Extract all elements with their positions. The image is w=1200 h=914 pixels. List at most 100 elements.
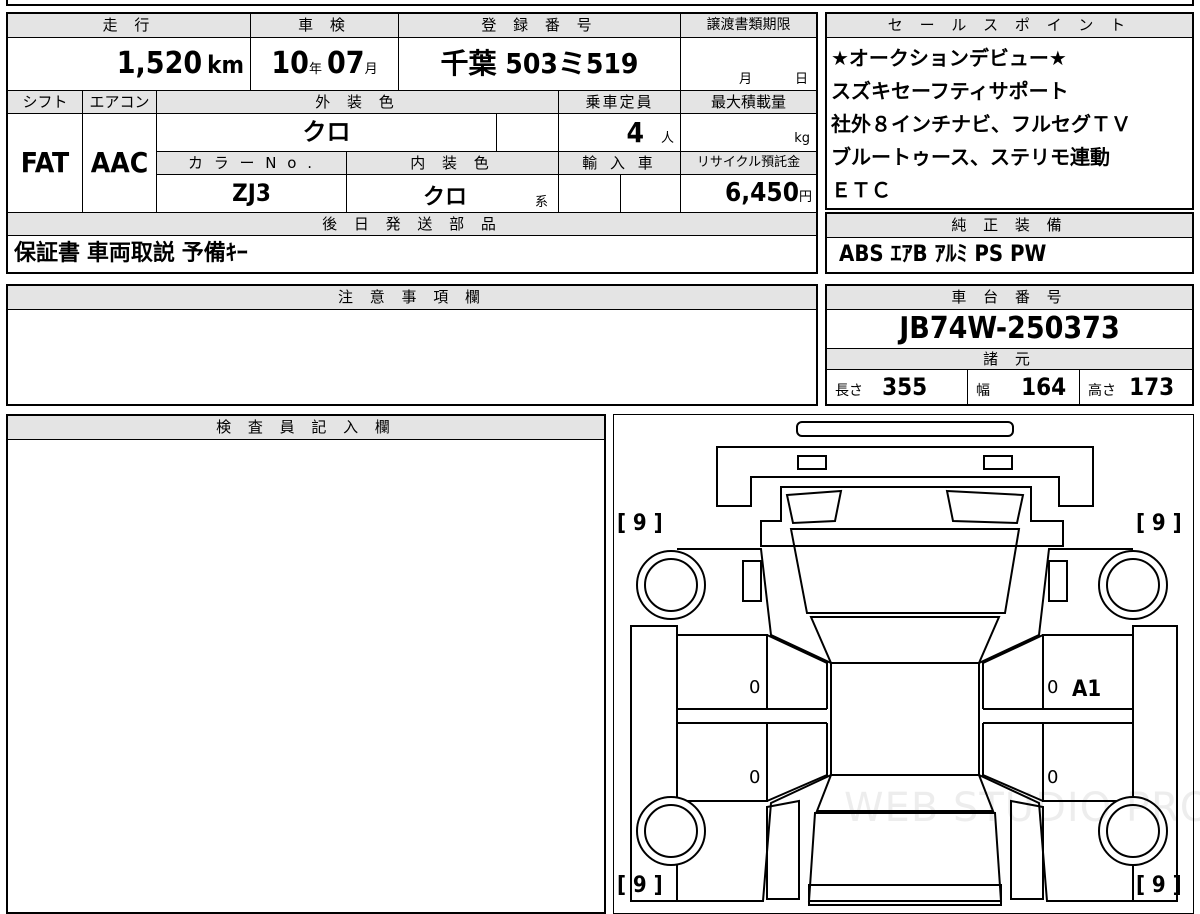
headlight-left	[785, 489, 843, 525]
recycle-fee-header: リサイクル預託金	[680, 151, 816, 175]
spec-length-cell: 長さ 355	[827, 370, 967, 404]
spec-width-label: 幅	[976, 383, 990, 399]
spec-height-cell: 高さ 173	[1079, 370, 1192, 404]
capacity-value: 4	[626, 116, 644, 149]
interior-color-cell: クロ 系	[346, 175, 558, 212]
transfer-month-unit: 月	[739, 72, 753, 87]
watermark: WEB STUDIO PRO	[844, 785, 1200, 831]
recycle-fee-cell: 6,450円	[680, 175, 816, 212]
tire-tread-rear-left: [ 9 ]	[617, 873, 663, 898]
door-left-rear-outline	[676, 722, 768, 802]
max-load-cell: kg	[680, 114, 816, 151]
front-grille-right	[983, 455, 1013, 470]
spec-header: 諸 元	[827, 348, 1192, 370]
transfer-deadline-header: 譲渡書類期限	[680, 14, 816, 38]
door-left-rear-mark: 0	[749, 767, 761, 788]
later-parts-header: 後 日 発 送 部 品	[8, 212, 816, 236]
inspection-header: 車 検	[250, 14, 398, 38]
import-cell-a	[558, 175, 620, 212]
mileage-value: 1,520	[116, 46, 203, 81]
inspector-header: 検 査 員 記 入 欄	[8, 416, 604, 440]
interior-color-header: 内 装 色	[346, 151, 558, 175]
tire-tread-front-left: [ 9 ]	[617, 511, 663, 536]
left-quarter-panel	[766, 799, 800, 900]
top-edge-row	[6, 0, 1194, 6]
wheel-front-right	[1098, 550, 1168, 620]
left-mirror	[742, 560, 762, 602]
aircon-value: AAC	[82, 114, 156, 212]
chassis-number-header: 車 台 番 号	[827, 286, 1192, 310]
capacity-unit: 人	[660, 131, 674, 146]
inspection-value-cell: 10年 07月	[250, 38, 398, 90]
transfer-deadline-cell: 月 日	[680, 38, 816, 90]
bonnet-outline	[789, 528, 1021, 614]
notes-box: 注 意 事 項 欄	[6, 284, 818, 406]
recycle-fee-value: 6,450	[724, 178, 799, 208]
max-load-unit: kg	[794, 131, 810, 146]
damage-code: A1	[1072, 677, 1102, 702]
capacity-header: 乗車定員	[558, 90, 680, 114]
vehicle-diagram-box: [ 9 ] [ 9 ] [ 9 ] [ 9 ] 0 0 0 0 A1 WEB S…	[613, 414, 1200, 914]
color-no-header: カ ラ ー N o .	[156, 151, 346, 175]
shift-value: FAT	[20, 146, 70, 179]
equipment-header: 純 正 装 備	[827, 214, 1192, 238]
inspection-year-unit: 年	[308, 62, 322, 77]
color-no-value: ZJ3	[156, 175, 346, 212]
roof-bar-outline	[796, 421, 1014, 437]
right-sill-outline	[983, 708, 1133, 724]
mileage-unit: km	[207, 51, 244, 79]
equipment-value: ABS ｴｱB ｱﾙﾐ PS PW	[839, 242, 1047, 267]
wheel-rear-left	[636, 796, 706, 866]
wheel-front-left	[636, 550, 706, 620]
left-sill-outline	[677, 708, 827, 724]
inspection-month-unit: 月	[364, 62, 378, 77]
registration-value: 千葉 503ミ519	[398, 38, 680, 90]
roof-outline	[830, 662, 980, 776]
chassis-box: 車 台 番 号 JB74W-250373 諸 元 長さ 355 幅 164 高さ…	[825, 284, 1194, 406]
interior-color-value: クロ	[423, 185, 468, 210]
door-left-front-mark: 0	[749, 677, 761, 698]
aircon-header: エアコン	[82, 90, 156, 114]
door-right-front-mark: 0	[1047, 677, 1059, 698]
front-grille-left	[797, 455, 827, 470]
max-load-header: 最大積載量	[680, 90, 816, 114]
exterior-color-value: クロ	[156, 114, 496, 151]
import-cell-b	[620, 175, 680, 212]
sales-point-line-4: ブルートゥース、ステリモ連動	[831, 145, 1110, 169]
sales-point-line-2: スズキセーフティサポート	[831, 79, 1069, 103]
spec-height-value: 173	[1129, 373, 1175, 401]
spec-length-label: 長さ	[835, 383, 863, 399]
recycle-fee-unit: 円	[798, 190, 812, 205]
chassis-number-value: JB74W-250373	[899, 311, 1120, 346]
spec-height-label: 高さ	[1088, 383, 1116, 399]
later-parts-value: 保証書 車両取説 予備ｷｰ	[14, 241, 248, 266]
inspector-box: 検 査 員 記 入 欄	[6, 414, 606, 914]
tire-tread-front-right: [ 9 ]	[1136, 511, 1182, 536]
sales-point-line-3: 社外８インチナビ、フルセグＴＶ	[831, 112, 1131, 136]
import-header: 輸 入 車	[558, 151, 680, 175]
left-door-frame-rear	[766, 723, 828, 802]
registration-header: 登 録 番 号	[398, 14, 680, 38]
sales-point-header: セ ー ル ス ポ イ ン ト	[827, 14, 1192, 38]
shift-header: シフト	[8, 90, 82, 114]
inspection-year: 10	[271, 46, 309, 81]
mileage-header: 走 行	[8, 14, 250, 38]
sales-point-line-1: ★オークションデビュー★	[831, 46, 1067, 70]
tire-tread-rear-right: [ 9 ]	[1136, 873, 1182, 898]
exterior-color-header: 外 装 色	[156, 90, 558, 114]
windshield-outline	[809, 616, 1001, 664]
capacity-value-cell: 4 人	[558, 114, 680, 151]
sales-point-line-5: ＥＴＣ	[831, 178, 891, 202]
vehicle-diagram	[630, 421, 1178, 906]
exterior-color-extra	[496, 114, 558, 151]
spec-length-value: 355	[882, 373, 928, 401]
spec-width-cell: 幅 164	[967, 370, 1079, 404]
spec-width-value: 164	[1021, 373, 1067, 401]
transfer-day-unit: 日	[795, 72, 809, 87]
inspection-month: 07	[327, 46, 365, 81]
notes-header: 注 意 事 項 欄	[8, 286, 816, 310]
mileage-value-cell: 1,520 km	[8, 38, 250, 90]
interior-color-suffix: 系	[535, 195, 549, 210]
sales-point-box: セ ー ル ス ポ イ ン ト ★オークションデビュー★ スズキセーフティサポー…	[825, 12, 1194, 210]
front-bumper-outline	[716, 446, 1094, 507]
